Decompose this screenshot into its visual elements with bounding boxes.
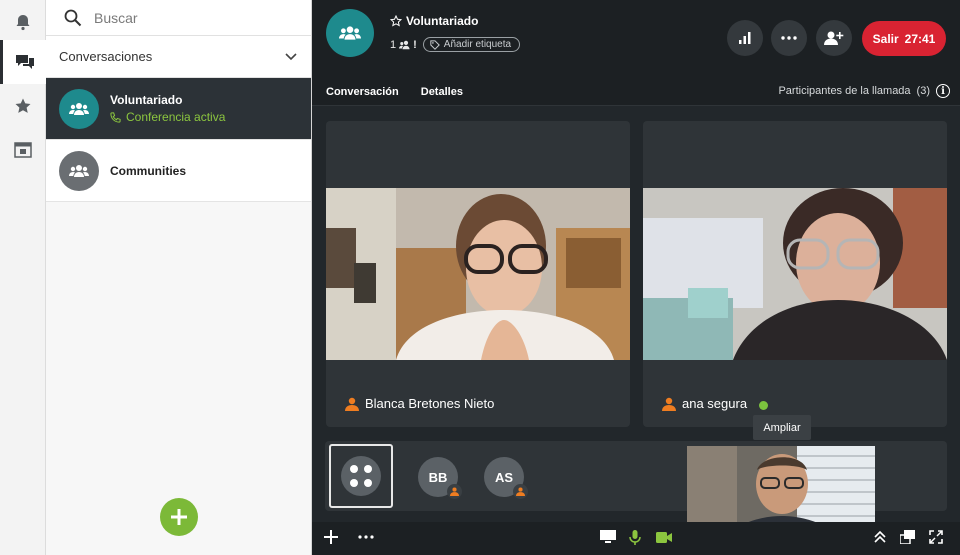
user-badge-icon [447, 484, 462, 499]
grid-icon [341, 456, 381, 496]
windows-icon [900, 530, 915, 544]
participant-video [326, 188, 630, 360]
plus-icon [171, 509, 187, 525]
conversation-item-communities[interactable]: Communities [46, 140, 311, 202]
chat-bubbles-icon [15, 55, 34, 69]
phone-icon [110, 111, 121, 123]
collapse-strip-button[interactable] [874, 530, 886, 544]
participant-name-label: ana segura [662, 396, 747, 411]
conversation-title: Voluntariado [406, 14, 479, 28]
tag-icon [430, 39, 440, 50]
conversations-panel: Conversaciones Voluntariado Conferencia … [46, 0, 312, 555]
signal-bars-icon [739, 32, 751, 44]
call-quality-button[interactable] [727, 20, 763, 56]
section-title: Conversaciones [59, 49, 153, 64]
participant-tile[interactable]: Blanca Bretones Nieto [326, 121, 630, 427]
more-actions-button[interactable] [358, 535, 374, 539]
expand-icon [929, 530, 943, 544]
call-participants-info[interactable]: Participantes de la llamada (3) i [778, 84, 950, 98]
camera-button[interactable] [656, 532, 672, 543]
user-badge-icon [513, 484, 528, 499]
online-status-dot [759, 401, 768, 410]
user-icon [662, 397, 676, 411]
call-timer: 27:41 [904, 31, 936, 46]
meeting-header: Voluntariado 1 ! Añadir etiqueta Salir 2… [312, 0, 960, 78]
double-chevron-up-icon [874, 530, 886, 543]
bell-icon [16, 15, 30, 31]
add-user-icon [824, 31, 844, 45]
star-outline-icon[interactable] [390, 15, 402, 27]
fullscreen-button[interactable] [929, 530, 943, 544]
exit-call-button[interactable]: Salir 27:41 [862, 21, 946, 56]
search-input[interactable] [94, 9, 284, 26]
grid-view-button[interactable] [329, 444, 393, 508]
group-avatar [59, 150, 99, 191]
conversations-section-header[interactable]: Conversaciones [46, 36, 311, 78]
conference-status: Conferencia activa [110, 110, 225, 124]
participant-avatar[interactable]: BB [418, 457, 462, 499]
participant-name: Blanca Bretones Nieto [365, 396, 495, 411]
group-avatar [326, 9, 374, 57]
calendar-icon [14, 142, 32, 158]
notifications-button[interactable] [0, 0, 46, 44]
group-icon [69, 102, 89, 115]
conversation-meta: 1 ! Añadir etiqueta [390, 37, 521, 52]
conference-status-text: Conferencia activa [126, 110, 226, 124]
microphone-icon [629, 530, 641, 545]
add-tag-button[interactable]: Añadir etiqueta [422, 37, 521, 52]
participant-name: ana segura [682, 396, 748, 411]
participant-video [643, 188, 947, 360]
group-icon [339, 26, 361, 40]
group-icon [69, 164, 89, 177]
participants-label: Participantes de la llamada [778, 85, 911, 97]
favorites-nav-button[interactable] [0, 84, 46, 128]
screen-share-button[interactable] [600, 530, 616, 544]
member-flag: ! [413, 38, 417, 51]
conversation-title-row: Voluntariado [390, 14, 478, 28]
microphone-button[interactable] [629, 530, 641, 546]
participant-name-label: Blanca Bretones Nieto [345, 396, 494, 411]
add-participant-button[interactable] [816, 20, 852, 56]
call-controls-bar [312, 522, 960, 555]
more-horizontal-icon [358, 535, 374, 539]
participant-initials: BB [428, 469, 448, 485]
conversation-name: Voluntariado [110, 93, 183, 107]
more-horizontal-icon [781, 36, 797, 40]
member-count: 1 [390, 38, 397, 51]
calendar-nav-button[interactable] [0, 128, 46, 172]
add-button[interactable] [324, 530, 338, 544]
exit-label: Salir [872, 31, 899, 46]
meeting-area: Voluntariado 1 ! Añadir etiqueta Salir 2… [312, 0, 960, 555]
chevron-down-icon [285, 52, 297, 60]
screen-icon [600, 530, 616, 543]
tab-conversation[interactable]: Conversación [326, 86, 399, 98]
participant-tile[interactable]: ana segura [643, 121, 947, 427]
members-icon [399, 40, 410, 49]
conversation-tabs: Conversación Detalles Participantes de l… [312, 78, 960, 106]
group-avatar [59, 88, 99, 129]
user-icon [345, 397, 359, 411]
conversation-item-voluntariado[interactable]: Voluntariado Conferencia activa [46, 78, 311, 140]
tab-details[interactable]: Detalles [421, 86, 463, 98]
add-tag-label: Añadir etiqueta [443, 39, 512, 50]
participant-initials: AS [494, 469, 514, 485]
conversations-nav-button[interactable] [0, 40, 46, 84]
conversation-name: Communities [110, 163, 187, 178]
new-conversation-button[interactable] [160, 498, 198, 536]
plus-icon [324, 530, 338, 544]
video-camera-icon [656, 532, 672, 543]
pip-button[interactable] [900, 530, 915, 544]
search-icon [64, 9, 82, 26]
app-rail [0, 0, 46, 555]
participants-count: (3) [916, 85, 930, 97]
star-icon [15, 98, 31, 113]
search-bar [46, 0, 311, 36]
info-icon[interactable]: i [936, 84, 950, 98]
more-options-button[interactable] [771, 20, 807, 56]
participant-avatar[interactable]: AS [484, 457, 528, 499]
tooltip: Ampliar [753, 415, 811, 440]
